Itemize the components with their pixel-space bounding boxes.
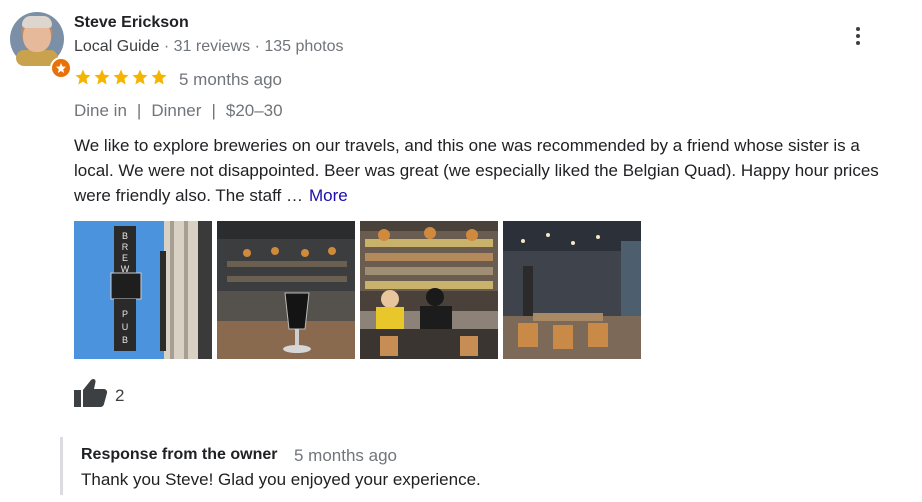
star-rating [74,68,168,86]
reviewer-name[interactable]: Steve Erickson [74,14,189,32]
svg-text:R: R [122,242,129,252]
more-options-icon[interactable] [848,22,868,50]
avatar-hair [22,16,52,28]
meta-separator: · [254,38,265,55]
thumbs-up-icon [74,378,108,407]
owner-response-title: Response from the owner [81,446,278,463]
tag-separator: | [211,101,216,120]
star-icon [151,69,167,85]
review-time: 5 months ago [179,70,283,89]
star-icon [94,69,110,85]
svg-text:U: U [122,322,129,332]
tag-separator: | [136,101,142,120]
svg-text:B: B [122,231,128,241]
more-link[interactable]: More [309,186,348,205]
photo-beer-glass[interactable] [217,221,355,359]
meta-separator: · [163,38,174,55]
local-guide-star-icon [50,57,72,79]
reviewer-avatar[interactable] [10,12,72,79]
photo-count: 135 photos [264,38,344,55]
star-icon [113,69,129,85]
star-icon [75,69,91,85]
owner-response-time: 5 months ago [294,446,398,465]
photo-dining-room[interactable] [503,221,641,359]
tag-dine-in: Dine in [74,101,127,120]
tag-meal: Dinner [151,101,202,120]
svg-text:B: B [122,335,128,345]
svg-text:P: P [122,309,128,319]
review-body: We like to explore breweries on our trav… [74,133,904,208]
review-text: We like to explore breweries on our trav… [74,136,879,205]
reviewer-meta: Local Guide · 31 reviews · 135 photos [74,38,344,56]
review-count: 31 reviews [173,38,251,55]
svg-text:E: E [122,253,128,263]
photo-brewpub-sign[interactable]: B R E W P U B [74,221,212,359]
owner-response-text: Thank you Steve! Glad you enjoyed your e… [81,470,481,489]
svg-text:W: W [121,264,130,274]
tag-price: $20–30 [225,101,283,120]
star-icon [132,69,148,85]
photo-bar-taps[interactable] [360,221,498,359]
like-button[interactable] [74,378,108,408]
review-tags: Dine in | Dinner | $20–30 [74,101,283,121]
like-count: 2 [115,386,125,405]
local-guide-label: Local Guide [74,38,160,55]
